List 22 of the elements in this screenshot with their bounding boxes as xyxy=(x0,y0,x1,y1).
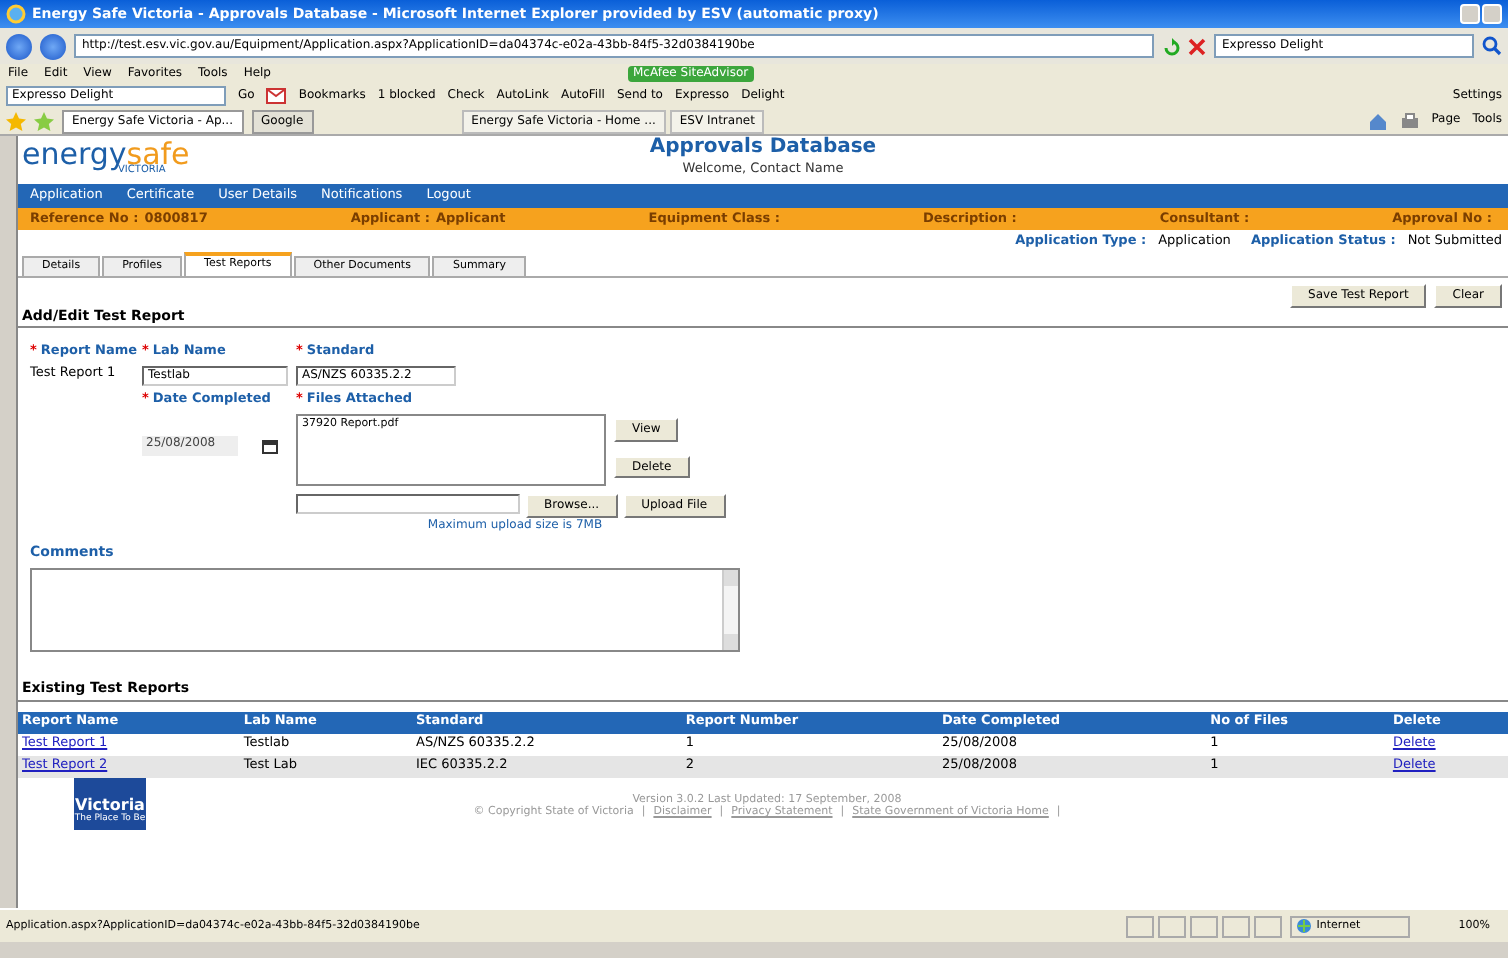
page-title: Approvals Database xyxy=(647,136,879,160)
status-panel xyxy=(1190,915,1219,937)
mail-icon[interactable] xyxy=(266,86,287,106)
back-button[interactable] xyxy=(6,33,32,59)
scrollbar[interactable] xyxy=(722,570,738,651)
print-icon[interactable] xyxy=(1399,111,1420,131)
file-path-field[interactable] xyxy=(296,493,520,514)
search-icon[interactable] xyxy=(1482,36,1502,56)
status-panel xyxy=(1126,915,1155,937)
maximize-button[interactable] xyxy=(1482,4,1502,24)
status-panel xyxy=(1158,915,1187,937)
globe-icon xyxy=(1296,918,1313,934)
comments-field[interactable] xyxy=(30,568,740,653)
status-panel xyxy=(1222,915,1251,937)
forward-button[interactable] xyxy=(40,33,66,59)
refresh-icon[interactable] xyxy=(1162,37,1180,55)
favorites-star-icon[interactable] xyxy=(6,111,26,131)
ie-icon xyxy=(6,4,26,24)
stop-icon[interactable] xyxy=(1188,37,1206,55)
status-panel xyxy=(1254,915,1283,937)
minimize-button[interactable] xyxy=(1460,4,1480,24)
calendar-icon[interactable] xyxy=(262,437,278,454)
